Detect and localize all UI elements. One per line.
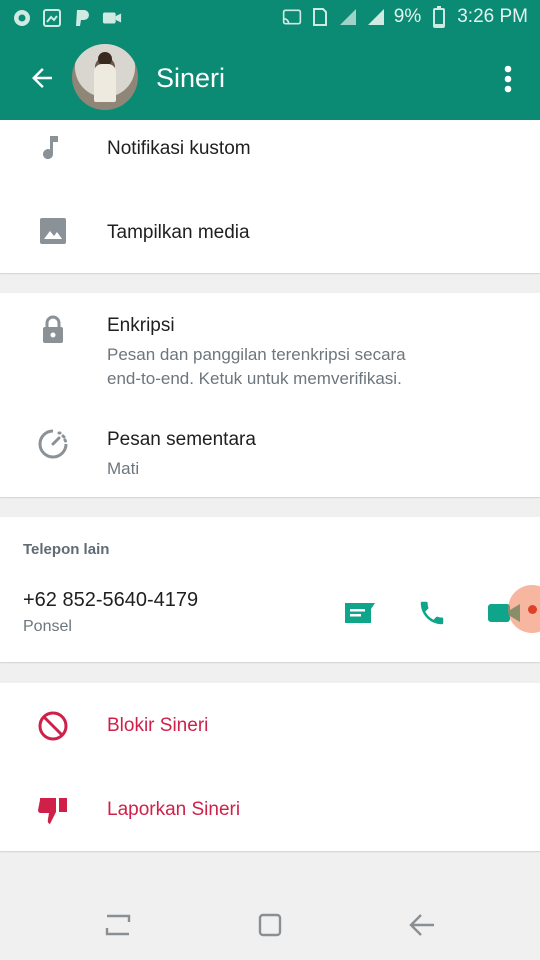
battery-percent: 9% bbox=[393, 6, 422, 27]
report-contact-label: Laporkan Sineri bbox=[107, 799, 241, 820]
encryption-label: Enkripsi bbox=[107, 315, 175, 336]
back-button[interactable] bbox=[24, 60, 60, 96]
avatar[interactable] bbox=[72, 44, 138, 110]
gallery-icon bbox=[42, 8, 62, 28]
block-contact-item[interactable]: Blokir Sineri bbox=[0, 683, 540, 767]
message-icon bbox=[345, 603, 375, 623]
music-note-icon bbox=[36, 132, 70, 166]
cast-icon bbox=[282, 7, 302, 27]
home-button[interactable] bbox=[253, 908, 287, 942]
phone-type: Ponsel bbox=[23, 618, 72, 635]
battery-icon bbox=[429, 6, 449, 28]
other-phones-header: Telepon lain bbox=[23, 541, 110, 558]
arrow-back-icon bbox=[32, 68, 52, 88]
recents-button[interactable] bbox=[101, 908, 135, 942]
message-button[interactable] bbox=[342, 595, 378, 631]
lock-icon bbox=[36, 313, 70, 347]
block-contact-label: Blokir Sineri bbox=[107, 715, 209, 736]
disappearing-messages-label: Pesan sementara bbox=[107, 429, 256, 450]
encryption-description-line1: Pesan dan panggilan terenkripsi secara bbox=[107, 345, 406, 364]
voice-call-button[interactable] bbox=[414, 595, 450, 631]
app-bar: Sineri bbox=[0, 38, 540, 120]
video-icon bbox=[102, 8, 122, 28]
chrome-icon bbox=[12, 8, 32, 28]
other-phones-card: Telepon lain +62 852-5640-4179 Ponsel bbox=[0, 517, 540, 662]
timer-icon bbox=[36, 427, 70, 461]
image-icon bbox=[36, 214, 70, 248]
recents-icon bbox=[105, 914, 131, 936]
system-nav-bar bbox=[0, 880, 540, 960]
thumb-down-icon bbox=[36, 793, 70, 827]
sim-icon bbox=[310, 7, 330, 27]
more-vert-icon bbox=[504, 65, 512, 93]
signal-icon bbox=[366, 7, 386, 27]
paypal-icon bbox=[72, 8, 92, 28]
block-icon bbox=[36, 709, 70, 743]
custom-notification-label: Notifikasi kustom bbox=[107, 138, 251, 159]
custom-notification-item[interactable]: Notifikasi kustom bbox=[0, 120, 540, 190]
signal-icon bbox=[338, 7, 358, 27]
encryption-description-line2: end-to-end. Ketuk untuk memverifikasi. bbox=[107, 369, 402, 388]
back-nav-icon bbox=[409, 914, 434, 936]
home-icon bbox=[258, 913, 282, 937]
clock: 3:26 PM bbox=[457, 6, 528, 27]
encryption-item[interactable]: Enkripsi Pesan dan panggilan terenkripsi… bbox=[0, 293, 540, 403]
disappearing-messages-item[interactable]: Pesan sementara Mati bbox=[0, 411, 540, 491]
phone-number[interactable]: +62 852-5640-4179 bbox=[23, 589, 198, 612]
report-contact-item[interactable]: Laporkan Sineri bbox=[0, 767, 540, 851]
media-settings-card: Notifikasi kustom Tampilkan media bbox=[0, 120, 540, 273]
status-bar: 9% 3:26 PM bbox=[0, 0, 540, 38]
show-media-label: Tampilkan media bbox=[107, 222, 250, 243]
contact-name-title[interactable]: Sineri bbox=[156, 63, 225, 94]
privacy-card: Enkripsi Pesan dan panggilan terenkripsi… bbox=[0, 293, 540, 497]
more-options-button[interactable] bbox=[496, 62, 520, 96]
block-report-card: Blokir Sineri Laporkan Sineri bbox=[0, 683, 540, 851]
back-nav-button[interactable] bbox=[405, 908, 439, 942]
disappearing-messages-value: Mati bbox=[107, 459, 140, 478]
phone-icon bbox=[420, 601, 444, 625]
show-media-item[interactable]: Tampilkan media bbox=[0, 200, 540, 270]
